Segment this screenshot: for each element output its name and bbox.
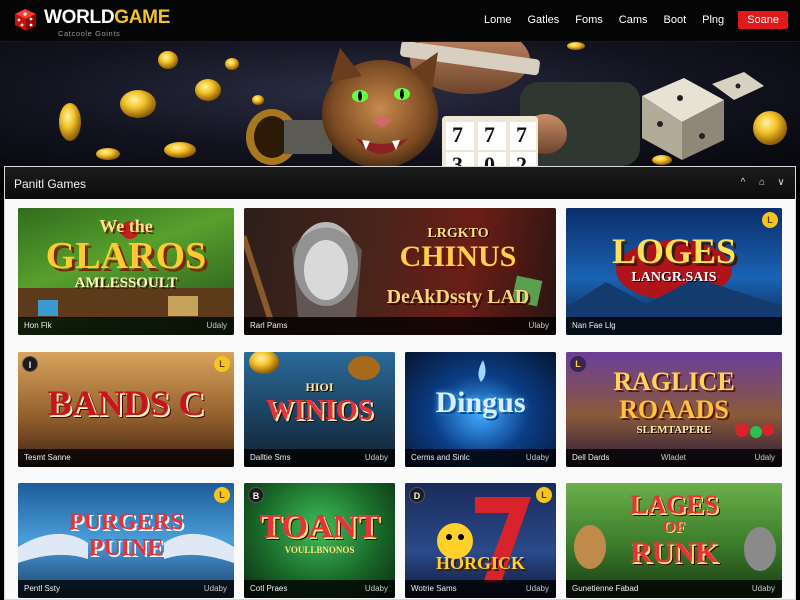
game-category: Nan Fae Llg <box>572 321 616 330</box>
game-provider: Udaly <box>754 453 775 462</box>
logo-tagline: Catcoole Goints <box>58 29 121 38</box>
home-icon[interactable]: ⌂ <box>754 175 770 191</box>
nav-item-cams[interactable]: Cams <box>619 14 648 26</box>
game-category: Cerms and Sinlc <box>411 453 470 462</box>
game-provider: Udaby <box>525 584 549 593</box>
game-tile-raglice[interactable]: L RAGLICE ROAADS SLEMTAPERE Dell Dards W… <box>566 352 782 467</box>
game-tile-horgick[interactable]: D L HORGICK Wotrie Sams Udaby <box>405 483 556 598</box>
nav-item-home[interactable]: Lome <box>484 14 512 26</box>
game-tile-dingus[interactable]: Dingus Cerms and Sinlc Udaby <box>405 352 556 467</box>
game-category: Dell Dards <box>572 453 610 462</box>
sign-digit: 0 <box>484 152 495 166</box>
favorite-badge-icon[interactable]: L <box>214 487 230 503</box>
game-provider: Ulaby <box>528 321 549 330</box>
game-tile-toant[interactable]: B TOANT VOULLBNONOS Cotl Praes Udaby <box>244 483 395 598</box>
game-provider: Udaby <box>203 584 227 593</box>
favorite-badge-icon[interactable]: L <box>536 487 552 503</box>
nav-item-games[interactable]: Gatles <box>527 14 559 26</box>
panel-header: Panitl Games ^ ⌂ ∨ <box>5 167 795 199</box>
nav-item-plng[interactable]: Plng <box>702 14 724 26</box>
game-provider: Udaby <box>525 453 549 462</box>
game-title: HIOI WINIOS <box>265 380 374 426</box>
section-title: Panitl Games <box>14 177 87 191</box>
games-panel: Panitl Games ^ ⌂ ∨ We the GLAROS AMLESSO… <box>4 166 796 600</box>
panel-controls: ^ ⌂ ∨ <box>732 175 789 191</box>
new-badge-icon[interactable]: B <box>248 487 264 503</box>
top-header: WORLDGAME Catcoole Goints Lome Gatles Fo… <box>0 0 800 42</box>
game-tile-glaros[interactable]: We the GLAROS AMLESSOULT Hon Flk Udaly <box>18 208 234 335</box>
nav-item-boot[interactable]: Boot <box>664 14 687 26</box>
game-title: PURGERS PUINE <box>68 509 184 561</box>
game-category: Rarl Pams <box>250 321 288 330</box>
new-badge-icon[interactable]: I <box>22 356 38 372</box>
collapse-icon[interactable]: ^ <box>735 175 751 191</box>
game-tile-lages-of-runk[interactable]: LAGES OF RUNK Gunetienne Fabad Udaby <box>566 483 782 598</box>
game-title: Dingus <box>435 386 526 419</box>
sign-digit: 2 <box>516 152 527 166</box>
game-title: We the GLAROS AMLESSOULT <box>45 216 207 291</box>
brass-horn <box>246 109 332 165</box>
sign-digit: 7 <box>452 122 463 147</box>
favorite-badge-icon[interactable]: L <box>762 212 778 228</box>
nav-item-forms[interactable]: Foms <box>575 14 603 26</box>
wild-cat <box>322 48 438 166</box>
game-tile-purgers[interactable]: L PURGERS PUINE Pentl Ssty Udaby <box>18 483 234 598</box>
game-category: Gunetienne Fabad <box>572 584 639 593</box>
logo-wordmark: WORLDGAME <box>44 7 171 28</box>
game-category: Hon Flk <box>24 321 52 330</box>
dice-logo-icon <box>15 9 36 31</box>
main-nav: Lome Gatles Foms Cams Boot Plng Soane <box>468 10 788 30</box>
game-category: Pentl Ssty <box>24 584 61 593</box>
game-title: RAGLICE ROAADS SLEMTAPERE <box>613 367 735 437</box>
new-badge-icon[interactable]: D <box>409 487 425 503</box>
game-tile-chinus[interactable]: LRGKTO CHINUS DeAkDssty LAD Rarl Pams Ul… <box>244 208 556 335</box>
game-title: LRGKTO CHINUS DeAkDssty LAD <box>386 226 530 308</box>
chevron-down-icon[interactable]: ∨ <box>773 175 789 191</box>
signup-button[interactable]: Soane <box>738 11 788 29</box>
slot-sign-digits: 7 7 7 3 0 2 <box>446 120 538 166</box>
game-title: TOANT VOULLBNONOS <box>259 508 380 556</box>
game-provider: Udaly <box>206 321 227 330</box>
game-title: HORGICK <box>435 553 525 573</box>
favorite-badge-icon[interactable]: L <box>214 356 230 372</box>
game-category: Tesmt Sanne <box>24 453 71 462</box>
dice-icon <box>642 72 764 160</box>
game-tag: Wladet <box>661 453 686 462</box>
sign-digit: 7 <box>484 122 495 147</box>
brand-logo[interactable]: WORLDGAME Catcoole Goints <box>12 4 202 38</box>
sign-digit: 3 <box>452 152 463 166</box>
sign-digit: 7 <box>516 122 527 147</box>
game-tile-loges[interactable]: L LOGES LANGR.SAIS Nan Fae Llg <box>566 208 782 335</box>
game-provider: Udaby <box>364 584 388 593</box>
game-title: LAGES OF RUNK <box>629 490 719 569</box>
game-tile-bandsc[interactable]: I L BANDS C Tesmt Sanne <box>18 352 234 467</box>
game-category: Cotl Praes <box>250 584 288 593</box>
game-title: LOGES LANGR.SAIS <box>611 231 737 285</box>
game-category: Wotrie Sams <box>411 584 457 593</box>
game-tile-winios[interactable]: HIOI WINIOS Dalltie Sms Udaby <box>244 352 395 467</box>
hero-banner[interactable]: 7 7 7 3 0 2 <box>0 42 800 166</box>
game-category: Dalltie Sms <box>250 453 291 462</box>
game-title: BANDS C <box>47 383 205 423</box>
hero-artwork <box>59 42 787 166</box>
game-provider: Udaby <box>751 584 775 593</box>
game-provider: Udaby <box>364 453 388 462</box>
